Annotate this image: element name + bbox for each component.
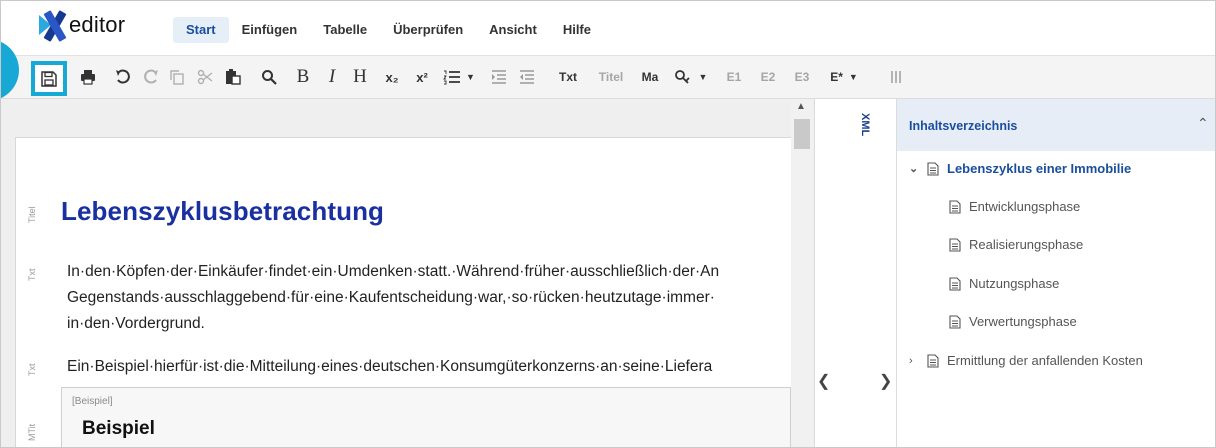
search-button[interactable]: [257, 56, 281, 98]
example-tag: [Beispiel]: [72, 396, 113, 407]
list-dropdown-button[interactable]: ▼: [441, 56, 477, 98]
heading-button[interactable]: H: [349, 56, 371, 98]
xeditor-logo: editor: [39, 7, 125, 43]
paragraph-line[interactable]: Ein·Beispiel·hierfür·ist·die·Mitteilung·…: [67, 355, 712, 379]
scroll-up-icon[interactable]: ▲: [796, 101, 806, 112]
toc-item[interactable]: › Ermittlung der anfallenden Kosten: [909, 353, 1143, 368]
italic-button[interactable]: I: [323, 56, 341, 98]
redo-icon: [144, 69, 158, 84]
search-icon: [262, 70, 277, 85]
toc-item-label: Realisierungsphase: [969, 237, 1084, 252]
copy-icon: [170, 70, 184, 85]
main-menu: Start Einfügen Tabelle Überprüfen Ansich…: [173, 17, 604, 43]
toc-item[interactable]: Entwicklungsphase: [949, 199, 1080, 214]
txt-button[interactable]: Txt: [551, 56, 585, 98]
logo-text: editor: [69, 12, 126, 37]
indent-icon: [492, 70, 506, 84]
paragraph-line[interactable]: In·den·Köpfen·der·Einkäufer·findet·ein·U…: [67, 260, 719, 284]
cut-button[interactable]: [193, 56, 217, 98]
paragraph-line[interactable]: in·den·Vordergrund.: [67, 312, 205, 336]
toc-item[interactable]: ⌄ Lebenszyklus einer Immobilie: [909, 161, 1131, 176]
scroll-thumb[interactable]: [794, 119, 810, 149]
element-label-titel: Titel: [27, 206, 37, 223]
chevron-right-icon[interactable]: ❯: [879, 371, 892, 391]
menu-bar: editor Start Einfügen Tabelle Überprüfen…: [1, 1, 1215, 51]
document-icon: [927, 161, 947, 176]
example-block[interactable]: [Beispiel] Beispiel: [61, 387, 791, 447]
save-icon: [41, 70, 57, 87]
document-icon: [949, 199, 969, 214]
link-icon: [674, 70, 690, 84]
menu-start[interactable]: Start: [173, 17, 229, 43]
outdent-icon: [520, 70, 534, 84]
toc-panel: Inhaltsverzeichnis ⌃ ⌄ Lebenszyklus eine…: [896, 99, 1215, 447]
chevron-down-icon: ▼: [466, 72, 475, 82]
xeditor-window: editor Start Einfügen Tabelle Überprüfen…: [0, 0, 1216, 448]
example-title[interactable]: Beispiel: [82, 418, 155, 440]
paste-icon: [226, 69, 241, 85]
menu-einfuegen[interactable]: Einfügen: [229, 17, 311, 43]
document-icon: [927, 353, 947, 368]
paste-button[interactable]: [221, 56, 245, 98]
xml-panel: XML ❮ ❯: [814, 99, 896, 447]
chevron-down-icon: ▼: [698, 72, 708, 82]
toolbar: B I H x₂ x² ▼ Txt Titel Ma ▼ E1 E2 E3 E*…: [1, 55, 1215, 99]
e3-button[interactable]: E3: [787, 56, 817, 98]
save-button[interactable]: [31, 61, 67, 96]
toc-item-label: Ermittlung der anfallenden Kosten: [947, 353, 1143, 368]
document-title[interactable]: Lebenszyklusbetrachtung: [61, 196, 384, 227]
element-label-mtit: MTit: [27, 423, 37, 441]
toc-item-label: Lebenszyklus einer Immobilie: [947, 161, 1132, 176]
outdent-button[interactable]: [515, 56, 539, 98]
e1-button[interactable]: E1: [719, 56, 749, 98]
toc-item[interactable]: Nutzungsphase: [949, 276, 1059, 291]
indent-button[interactable]: [487, 56, 511, 98]
columns-icon: [891, 71, 901, 83]
paragraph-line[interactable]: Gegenstands·ausschlaggebend·für·eine·Kau…: [67, 286, 715, 310]
print-icon: [81, 70, 95, 85]
chevron-right-icon[interactable]: ›: [909, 355, 927, 367]
element-label-txt: Txt: [27, 363, 37, 377]
menu-hilfe[interactable]: Hilfe: [550, 17, 604, 43]
toc-item-label: Entwicklungsphase: [969, 199, 1081, 214]
menu-ansicht[interactable]: Ansicht: [476, 17, 550, 43]
scissors-icon: [197, 69, 213, 85]
subscript-button[interactable]: x₂: [379, 56, 405, 98]
toc-item[interactable]: Realisierungsphase: [949, 237, 1083, 252]
editor-scrollbar[interactable]: ▲: [791, 99, 813, 447]
undo-icon: [116, 69, 130, 84]
chevron-down-icon[interactable]: ⌄: [909, 162, 927, 175]
menu-tabelle[interactable]: Tabelle: [310, 17, 380, 43]
toc-header[interactable]: Inhaltsverzeichnis ⌃: [897, 99, 1215, 151]
document-icon: [949, 276, 969, 291]
menu-ueberpruefen[interactable]: Überprüfen: [380, 17, 476, 43]
toc-item[interactable]: Verwertungsphase: [949, 314, 1077, 329]
x-logo-icon: [39, 8, 69, 42]
copy-button[interactable]: [165, 56, 189, 98]
chevron-left-icon[interactable]: ❮: [817, 371, 830, 391]
numbered-list-icon: [443, 70, 461, 85]
toc-item-label: Nutzungsphase: [969, 276, 1060, 291]
titel-button[interactable]: Titel: [591, 56, 631, 98]
e-star-label: E*: [830, 70, 843, 84]
document-icon: [949, 314, 969, 329]
chevron-up-icon[interactable]: ⌃: [1197, 115, 1209, 132]
bold-button[interactable]: B: [293, 56, 313, 98]
xml-tab[interactable]: XML: [859, 113, 871, 136]
element-label-txt: Txt: [27, 268, 37, 282]
columns-button[interactable]: [885, 56, 907, 98]
chevron-down-icon: ▼: [848, 72, 858, 82]
e2-button[interactable]: E2: [753, 56, 783, 98]
link-dropdown-button[interactable]: ▼: [669, 56, 713, 98]
toc-item-label: Verwertungsphase: [969, 314, 1077, 329]
undo-button[interactable]: [111, 56, 135, 98]
document-icon: [949, 237, 969, 252]
superscript-button[interactable]: x²: [409, 56, 435, 98]
print-button[interactable]: [75, 56, 101, 98]
toc-title: Inhaltsverzeichnis: [909, 119, 1018, 133]
redo-button[interactable]: [139, 56, 163, 98]
e-star-dropdown-button[interactable]: E* ▼: [819, 56, 869, 98]
ma-button[interactable]: Ma: [635, 56, 665, 98]
